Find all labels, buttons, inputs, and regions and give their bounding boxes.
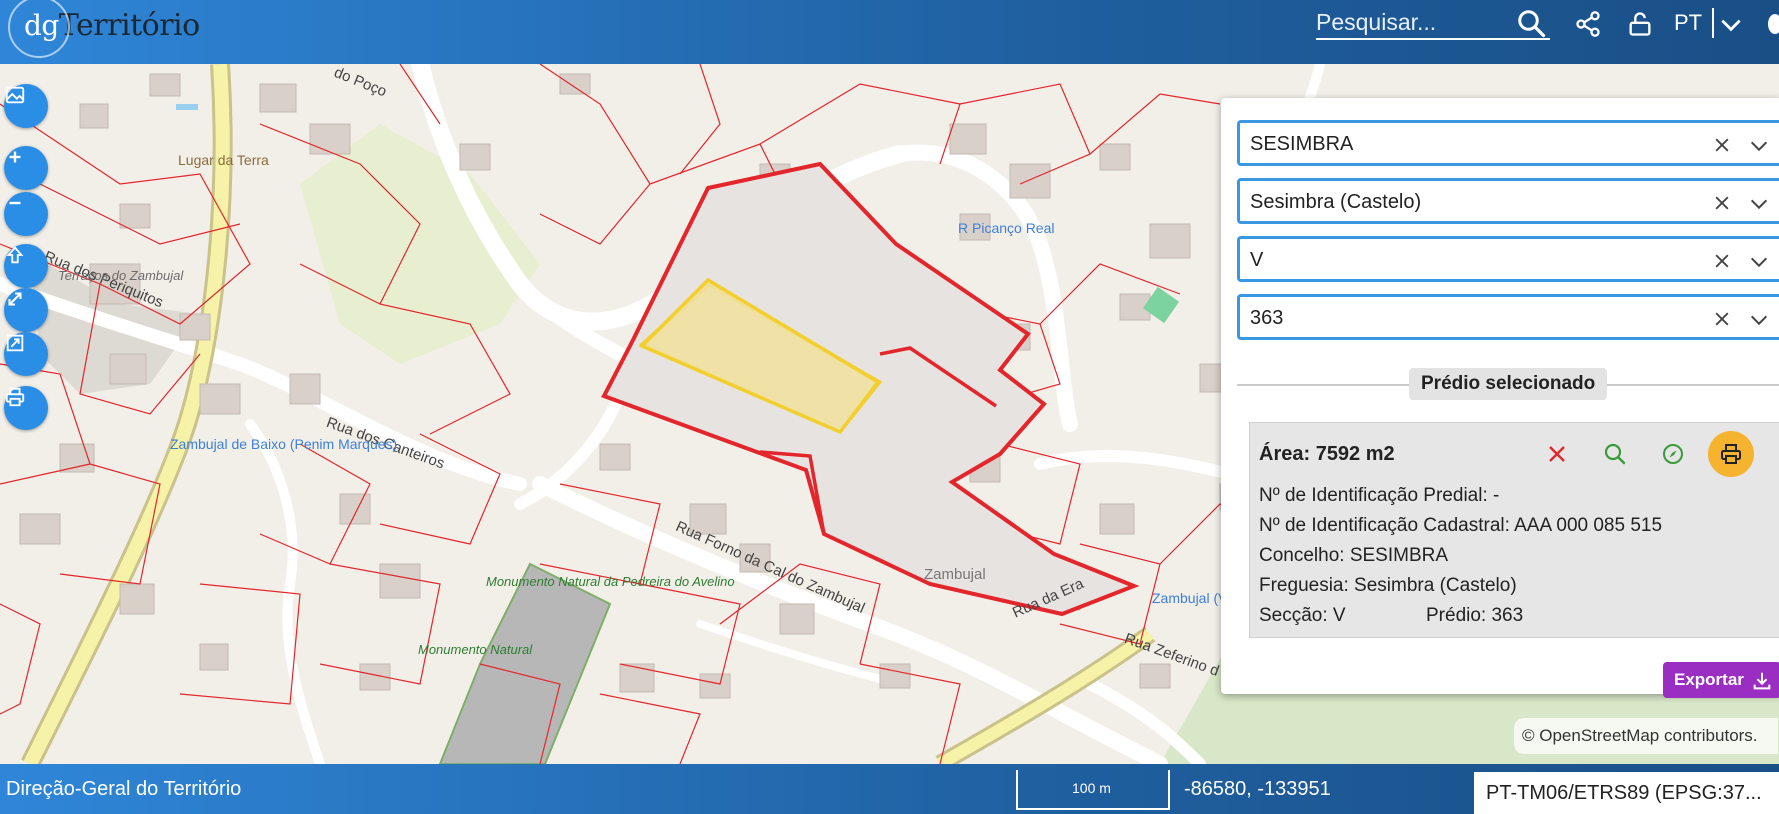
nip-line: Nº de Identificação Predial: - (1259, 485, 1500, 506)
zoom-out-icon (9, 201, 21, 205)
label-zambujal-vivenda: Zambujal (Vivenda) (1152, 590, 1274, 606)
predio-select-value: 363 (1250, 307, 1284, 329)
search-icon (1604, 443, 1626, 465)
nic-line: Nº de Identificação Cadastral: AAA 000 0… (1259, 515, 1663, 536)
scale-bar: 100 m (1016, 770, 1170, 810)
compass-icon (1663, 444, 1683, 464)
export-label: Exportar (1674, 670, 1744, 689)
label-monumento-natural: Monumento Natural da Pedreira do Avelino (486, 574, 735, 589)
chevron-down-icon[interactable] (1748, 251, 1770, 273)
label-zambujal: Zambujal (924, 566, 986, 583)
chevron-down-icon[interactable] (1718, 12, 1744, 38)
main-road (23, 64, 230, 764)
unlock-icon[interactable] (1626, 10, 1654, 38)
scale-label: 100 m (1072, 780, 1111, 796)
concelho-select[interactable]: SESIMBRA (1237, 120, 1779, 166)
search-panel: SESIMBRA Sesimbra (Castelo) V 363 Prédio… (1221, 98, 1779, 698)
logo-text: Território (58, 8, 200, 43)
zoom-out-button[interactable] (4, 192, 48, 236)
map-attribution: © OpenStreetMap contributors. (1514, 718, 1778, 754)
export-button[interactable]: Exportar (1663, 662, 1779, 698)
image-icon (5, 86, 25, 104)
clear-icon[interactable] (1712, 193, 1732, 213)
quarry-area (438, 562, 612, 764)
expand-icon (8, 292, 22, 306)
chevron-down-icon[interactable] (1748, 135, 1770, 157)
predio-line: Prédio: 363 (1426, 605, 1524, 626)
dgt-logo[interactable]: dgTerritório (8, 0, 200, 58)
extent-button[interactable] (4, 332, 48, 376)
base-layer-button[interactable] (4, 84, 48, 128)
print-icon (5, 387, 25, 407)
crs-selector[interactable]: PT-TM06/ETRS89 (EPSG:37... (1474, 772, 1779, 814)
share-icon[interactable] (1574, 10, 1602, 38)
label-monumento-natural-2: Monumento Natural (418, 642, 533, 657)
label-terracos: Terraços do Zambujal (58, 268, 184, 283)
close-icon (1549, 446, 1565, 462)
user-icon[interactable] (1768, 14, 1779, 34)
chevron-down-icon[interactable] (1748, 309, 1770, 331)
zoom-to-parcel-button[interactable] (1592, 431, 1638, 477)
parcel-area: Área: 7592 m2 (1259, 443, 1395, 465)
language-divider (1712, 8, 1714, 38)
download-icon (1753, 672, 1771, 690)
clear-icon[interactable] (1712, 309, 1732, 329)
search-box (1316, 6, 1550, 40)
seccao-line: Secção: V (1259, 605, 1346, 626)
section-title: Prédio selecionado (1409, 368, 1608, 400)
print-parcel-button[interactable] (1708, 431, 1754, 477)
language-label[interactable]: PT (1674, 10, 1702, 36)
remove-selection-button[interactable] (1534, 431, 1580, 477)
fullscreen-button[interactable] (4, 288, 48, 332)
arrow-up-icon (6, 246, 24, 264)
print-map-button[interactable] (4, 386, 48, 430)
extent-icon (6, 334, 24, 352)
bottom-bar: Direção-Geral do Território 100 m -86580… (0, 764, 1779, 814)
label-r-picanco: R Picanço Real (958, 220, 1055, 236)
concelho-line: Concelho: SESIMBRA (1259, 545, 1449, 566)
label-lugar-da-terra: Lugar da Terra (178, 152, 269, 168)
coordinate-readout: -86580, -133951 (1184, 778, 1331, 800)
concelho-select-value: SESIMBRA (1250, 133, 1354, 155)
search-icon[interactable] (1516, 8, 1546, 38)
zoom-in-button[interactable] (4, 146, 48, 190)
clear-icon[interactable] (1712, 251, 1732, 271)
navigate-button[interactable] (1650, 431, 1696, 477)
seccao-select[interactable]: V (1237, 236, 1779, 282)
freguesia-line: Freguesia: Sesimbra (Castelo) (1259, 575, 1517, 596)
label-zambujal-baixo: Zambujal de Baixo (Penim Marques) (170, 436, 398, 452)
parcel-info-card: Área: 7592 m2 Nº de Identificação Predia… (1249, 422, 1779, 638)
seccao-select-value: V (1250, 249, 1264, 271)
home-button[interactable] (4, 244, 48, 288)
print-icon (1721, 444, 1741, 464)
chevron-down-icon[interactable] (1748, 193, 1770, 215)
predio-select[interactable]: 363 (1237, 294, 1779, 340)
search-input[interactable] (1316, 6, 1506, 38)
zoom-in-icon (9, 151, 21, 163)
water-icon (176, 104, 198, 110)
clear-icon[interactable] (1712, 135, 1732, 155)
footer-title: Direção-Geral do Território (6, 778, 242, 800)
freguesia-select[interactable]: Sesimbra (Castelo) (1237, 178, 1779, 224)
top-header: dgTerritório PT (0, 0, 1779, 64)
freguesia-select-value: Sesimbra (Castelo) (1250, 191, 1422, 213)
